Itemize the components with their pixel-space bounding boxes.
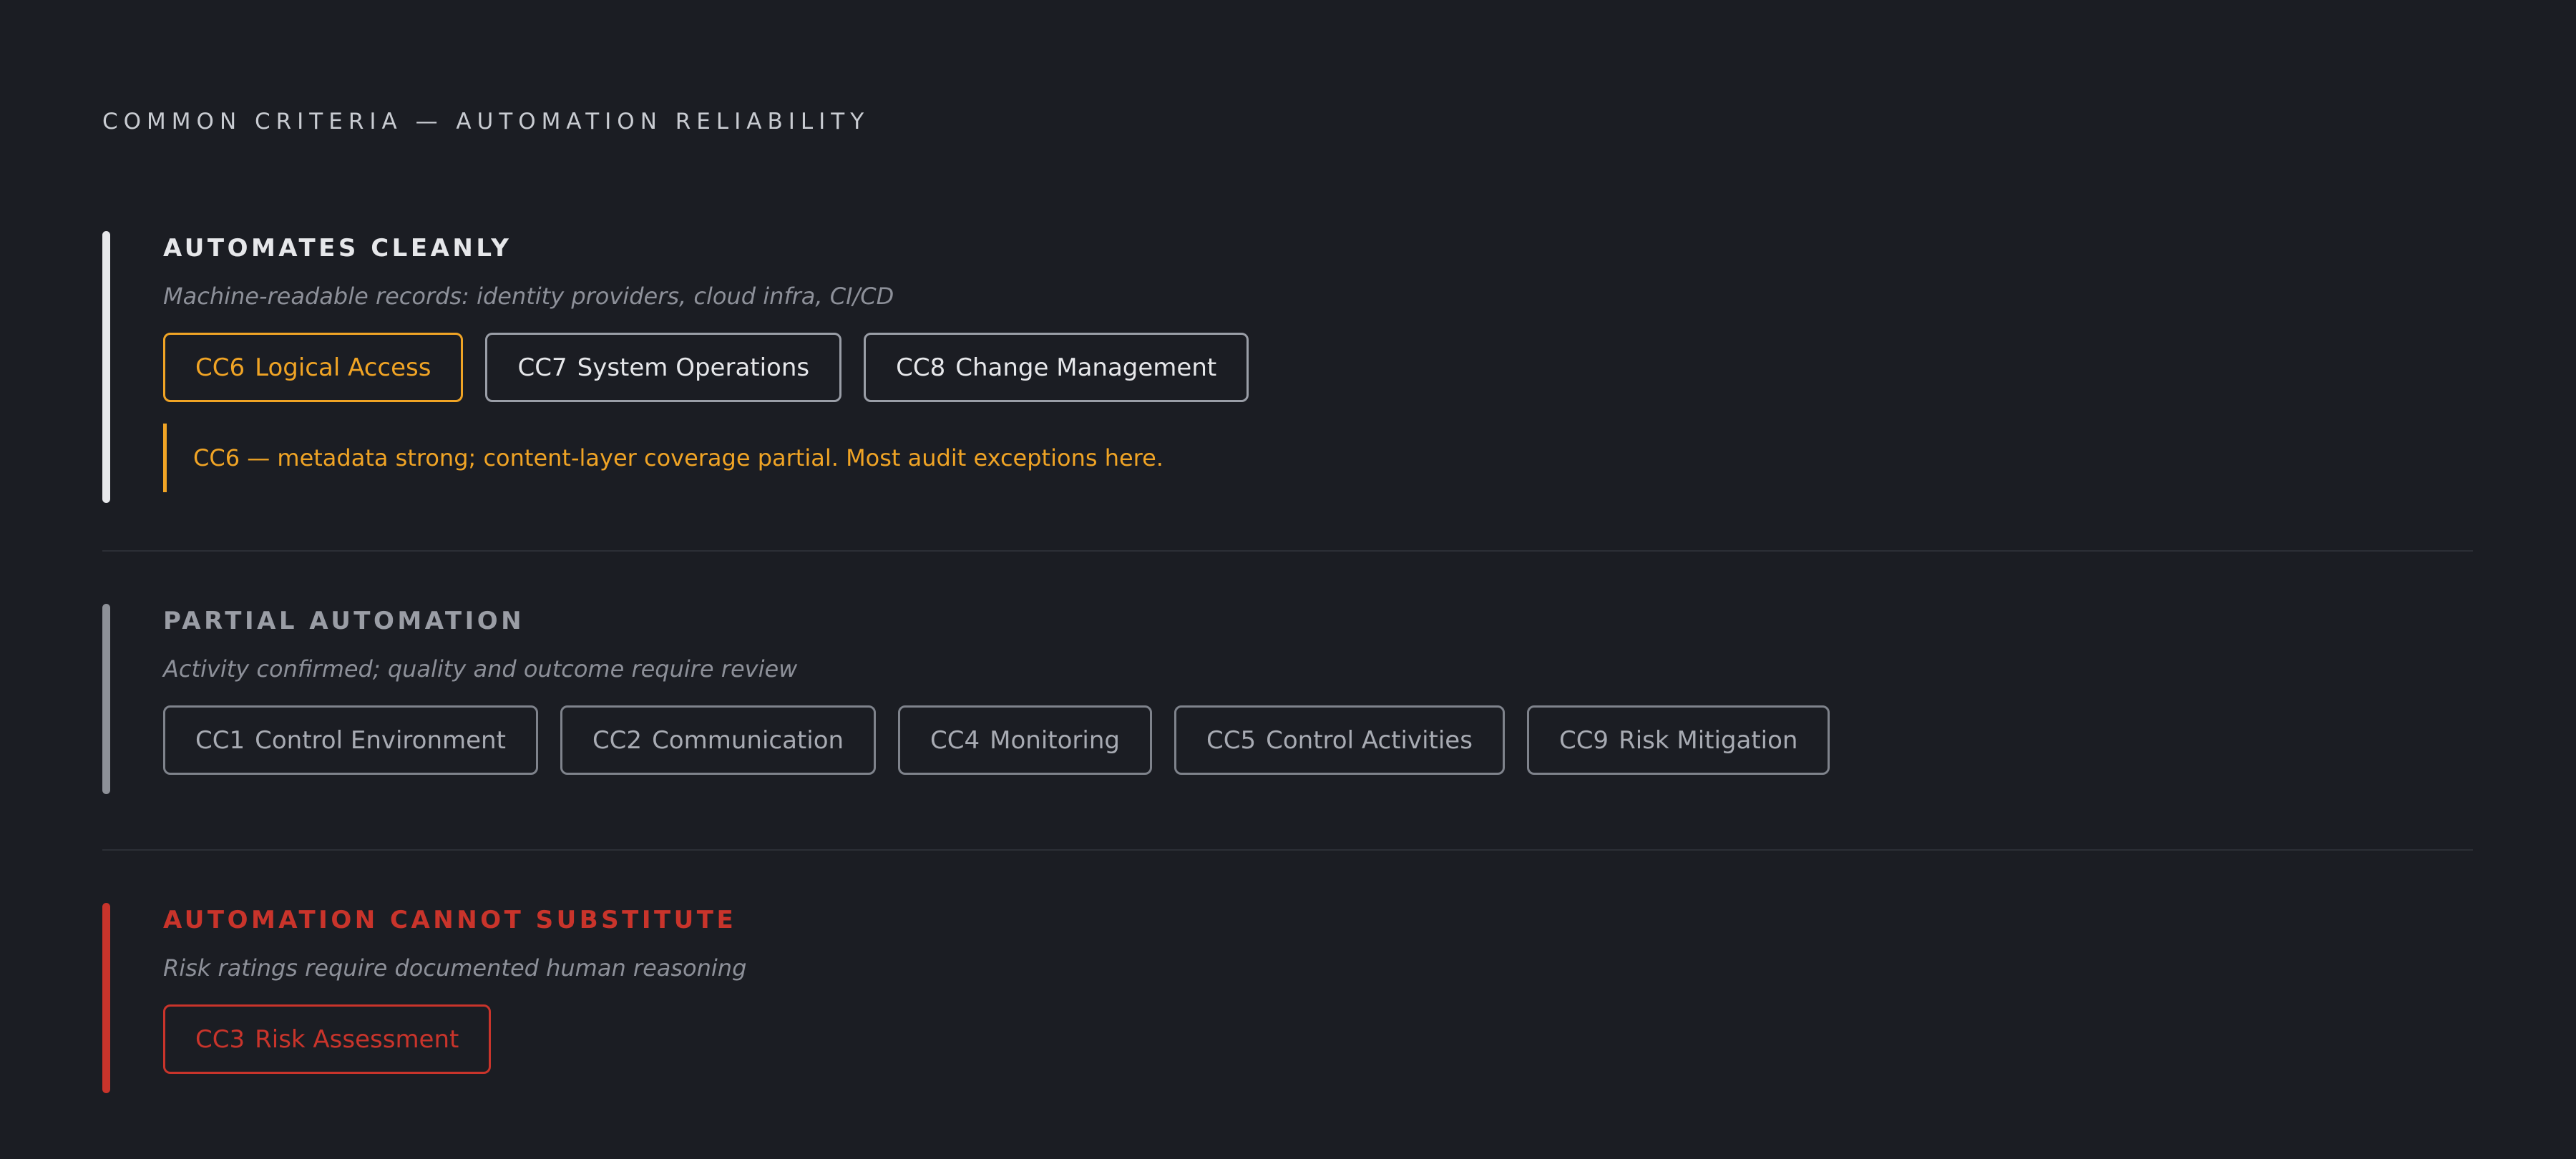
chip-cc2[interactable]: CC2 Communication — [560, 705, 877, 775]
chip-label: System Operations — [577, 353, 810, 382]
chip-label: Control Environment — [255, 725, 506, 755]
chip-label: Monitoring — [990, 725, 1120, 755]
section-accent-bar — [102, 903, 110, 1093]
chip-code: CC7 — [517, 353, 567, 382]
chip-code: CC1 — [195, 725, 245, 755]
section-title: AUTOMATION CANNOT SUBSTITUTE — [163, 906, 737, 934]
chip-code: CC9 — [1558, 725, 1609, 755]
criteria-chip-group: CC3 Risk Assessment — [163, 1004, 2473, 1074]
page-title: COMMON CRITERIA — AUTOMATION RELIABILITY — [102, 109, 870, 135]
chip-cc7[interactable]: CC7 System Operations — [485, 333, 842, 402]
chip-label: Control Activities — [1266, 725, 1473, 755]
chip-code: CC5 — [1206, 725, 1257, 755]
section-divider — [102, 550, 2473, 552]
section-divider — [102, 849, 2473, 851]
chip-label: Risk Mitigation — [1619, 725, 1798, 755]
criteria-chip-group: CC1 Control Environment CC2 Communicatio… — [163, 705, 2473, 775]
chip-label: Change Management — [955, 353, 1217, 382]
chip-code: CC8 — [896, 353, 946, 382]
chip-code: CC3 — [195, 1024, 245, 1054]
criteria-chip-group: CC6 Logical Access CC7 System Operations… — [163, 333, 2473, 402]
page: COMMON CRITERIA — AUTOMATION RELIABILITY… — [102, 106, 2473, 1093]
section-accent-bar — [102, 231, 110, 503]
chip-label: Risk Assessment — [255, 1024, 459, 1054]
chip-cc8[interactable]: CC8 Change Management — [864, 333, 1249, 402]
section-title: AUTOMATES CLEANLY — [163, 234, 512, 263]
chip-cc5[interactable]: CC5 Control Activities — [1174, 705, 1505, 775]
chip-label: Logical Access — [255, 353, 431, 382]
section-accent-bar — [102, 604, 110, 794]
chip-cc1[interactable]: CC1 Control Environment — [163, 705, 538, 775]
chip-label: Communication — [652, 725, 844, 755]
section-subtitle: Risk ratings require documented human re… — [163, 954, 747, 982]
chip-cc6[interactable]: CC6 Logical Access — [163, 333, 464, 402]
chip-code: CC4 — [930, 725, 980, 755]
section-automates-cleanly: AUTOMATES CLEANLY Machine-readable recor… — [102, 231, 2473, 503]
section-title: PARTIAL AUTOMATION — [163, 607, 525, 635]
chip-cc9[interactable]: CC9 Risk Mitigation — [1526, 705, 1830, 775]
section-subtitle: Activity confirmed; quality and outcome … — [163, 655, 798, 683]
section-subtitle: Machine-readable records: identity provi… — [163, 283, 894, 310]
chip-cc3[interactable]: CC3 Risk Assessment — [163, 1004, 492, 1074]
section-partial-automation: PARTIAL AUTOMATION Activity confirmed; q… — [102, 604, 2473, 794]
chip-code: CC2 — [592, 725, 643, 755]
callout-note: CC6 — metadata strong; content-layer cov… — [163, 424, 2473, 492]
chip-cc4[interactable]: CC4 Monitoring — [898, 705, 1152, 775]
chip-code: CC6 — [195, 353, 245, 382]
section-automation-cannot-substitute: AUTOMATION CANNOT SUBSTITUTE Risk rating… — [102, 903, 2473, 1093]
